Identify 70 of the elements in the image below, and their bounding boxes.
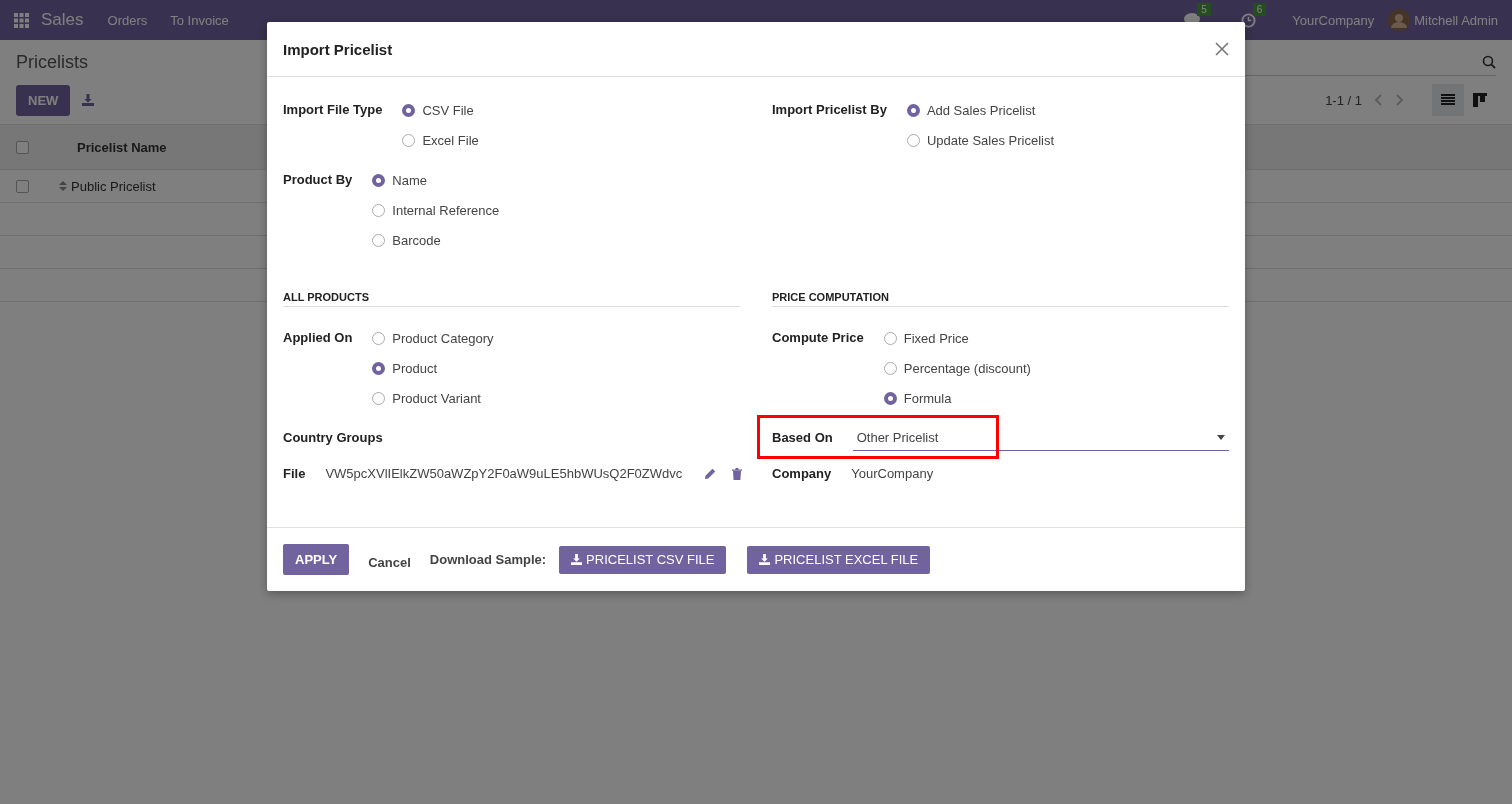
pager-text: 1-1 / 1 <box>1325 92 1362 108</box>
select-field[interactable]: Other Pricelist <box>852 425 1229 451</box>
field-value: YourCompany <box>851 465 934 483</box>
radio-button[interactable] <box>372 391 386 405</box>
chevron-left-icon[interactable] <box>1374 94 1382 106</box>
field-label: Import Pricelist By <box>772 101 887 119</box>
radio-option[interactable]: Percentage (discount) <box>883 353 1031 383</box>
checkbox[interactable] <box>16 140 29 154</box>
count-badge: 6 <box>1252 2 1267 16</box>
radio-button[interactable] <box>402 103 416 117</box>
drag-handle-icon[interactable] <box>59 181 67 191</box>
radio-option[interactable]: Fixed Price <box>883 323 1031 353</box>
section-heading: ALL PRODUCTS <box>283 291 740 307</box>
radio-button[interactable] <box>372 173 386 187</box>
page-title: Pricelists <box>16 51 88 73</box>
radio-option[interactable]: Formula <box>883 383 1031 413</box>
column-header[interactable]: Pricelist Name <box>77 139 167 155</box>
field-label: Product By <box>283 171 353 189</box>
radio-button[interactable] <box>372 361 386 375</box>
field-label: Country Groups <box>283 429 383 447</box>
radio-option[interactable]: Barcode <box>372 225 500 255</box>
section-heading: PRICE COMPUTATION <box>772 291 1229 307</box>
radio-option[interactable]: Product Category <box>372 323 494 353</box>
download-icon <box>571 554 583 565</box>
field-label: Based On <box>772 429 833 447</box>
radio-option[interactable]: Internal Reference <box>372 195 500 225</box>
radio-button[interactable] <box>906 133 920 147</box>
caret-icon <box>1217 435 1225 440</box>
field-label: Applied On <box>283 329 353 347</box>
radio-button[interactable] <box>402 133 416 147</box>
radio-option[interactable]: Product <box>372 353 494 383</box>
radio-button[interactable] <box>372 233 386 247</box>
radio-option[interactable]: Name <box>372 165 500 195</box>
download-button[interactable] <box>82 94 95 106</box>
chevron-right-icon[interactable] <box>1396 94 1404 106</box>
list-view-icon <box>1441 94 1455 106</box>
download-label: Download Sample: <box>429 552 547 567</box>
radio-button[interactable] <box>372 331 386 345</box>
view-switch-button[interactable] <box>1432 84 1464 116</box>
radio-button[interactable] <box>883 391 897 405</box>
radio-option[interactable]: Update Sales Pricelist <box>906 125 1055 155</box>
close-button[interactable] <box>1215 42 1229 56</box>
avatar-icon[interactable] <box>1388 9 1411 31</box>
apply-button[interactable]: APPLY <box>283 544 350 575</box>
radio-option[interactable]: Product Variant <box>372 383 494 413</box>
download-sample-button[interactable]: PRICELIST CSV FILE <box>559 545 727 574</box>
radio-button[interactable] <box>372 203 386 217</box>
radio-option[interactable]: Excel File <box>402 125 479 155</box>
radio-option[interactable]: CSV File <box>402 95 479 125</box>
field-label: Import File Type <box>283 101 383 119</box>
count-badge: 5 <box>1197 3 1211 16</box>
table-cell: Public Pricelist <box>71 178 156 194</box>
apps-grid-icon[interactable] <box>14 12 29 28</box>
download-icon <box>759 554 771 565</box>
download-icon <box>82 94 95 106</box>
file-name: VW5pcXVlIElkZW50aWZpY2F0aW9uLE5hbWUsQ2F0ZWdvc <box>325 465 683 483</box>
field-label: Company <box>772 465 832 483</box>
radio-button[interactable] <box>906 103 920 117</box>
checkbox[interactable] <box>16 179 29 193</box>
search-icon <box>1482 54 1496 69</box>
field-label: File <box>283 465 306 483</box>
radio-option[interactable]: Add Sales Pricelist <box>906 95 1055 125</box>
dialog-title: Import Pricelist <box>283 40 393 58</box>
field-label: Compute Price <box>772 329 864 347</box>
radio-button[interactable] <box>883 361 897 375</box>
kanban-view-icon <box>1473 93 1487 107</box>
clock-icon[interactable] <box>1240 12 1256 28</box>
cancel-button[interactable]: Cancel <box>362 554 417 571</box>
radio-button[interactable] <box>883 331 897 345</box>
download-sample-button[interactable]: PRICELIST EXCEL FILE <box>747 545 931 574</box>
